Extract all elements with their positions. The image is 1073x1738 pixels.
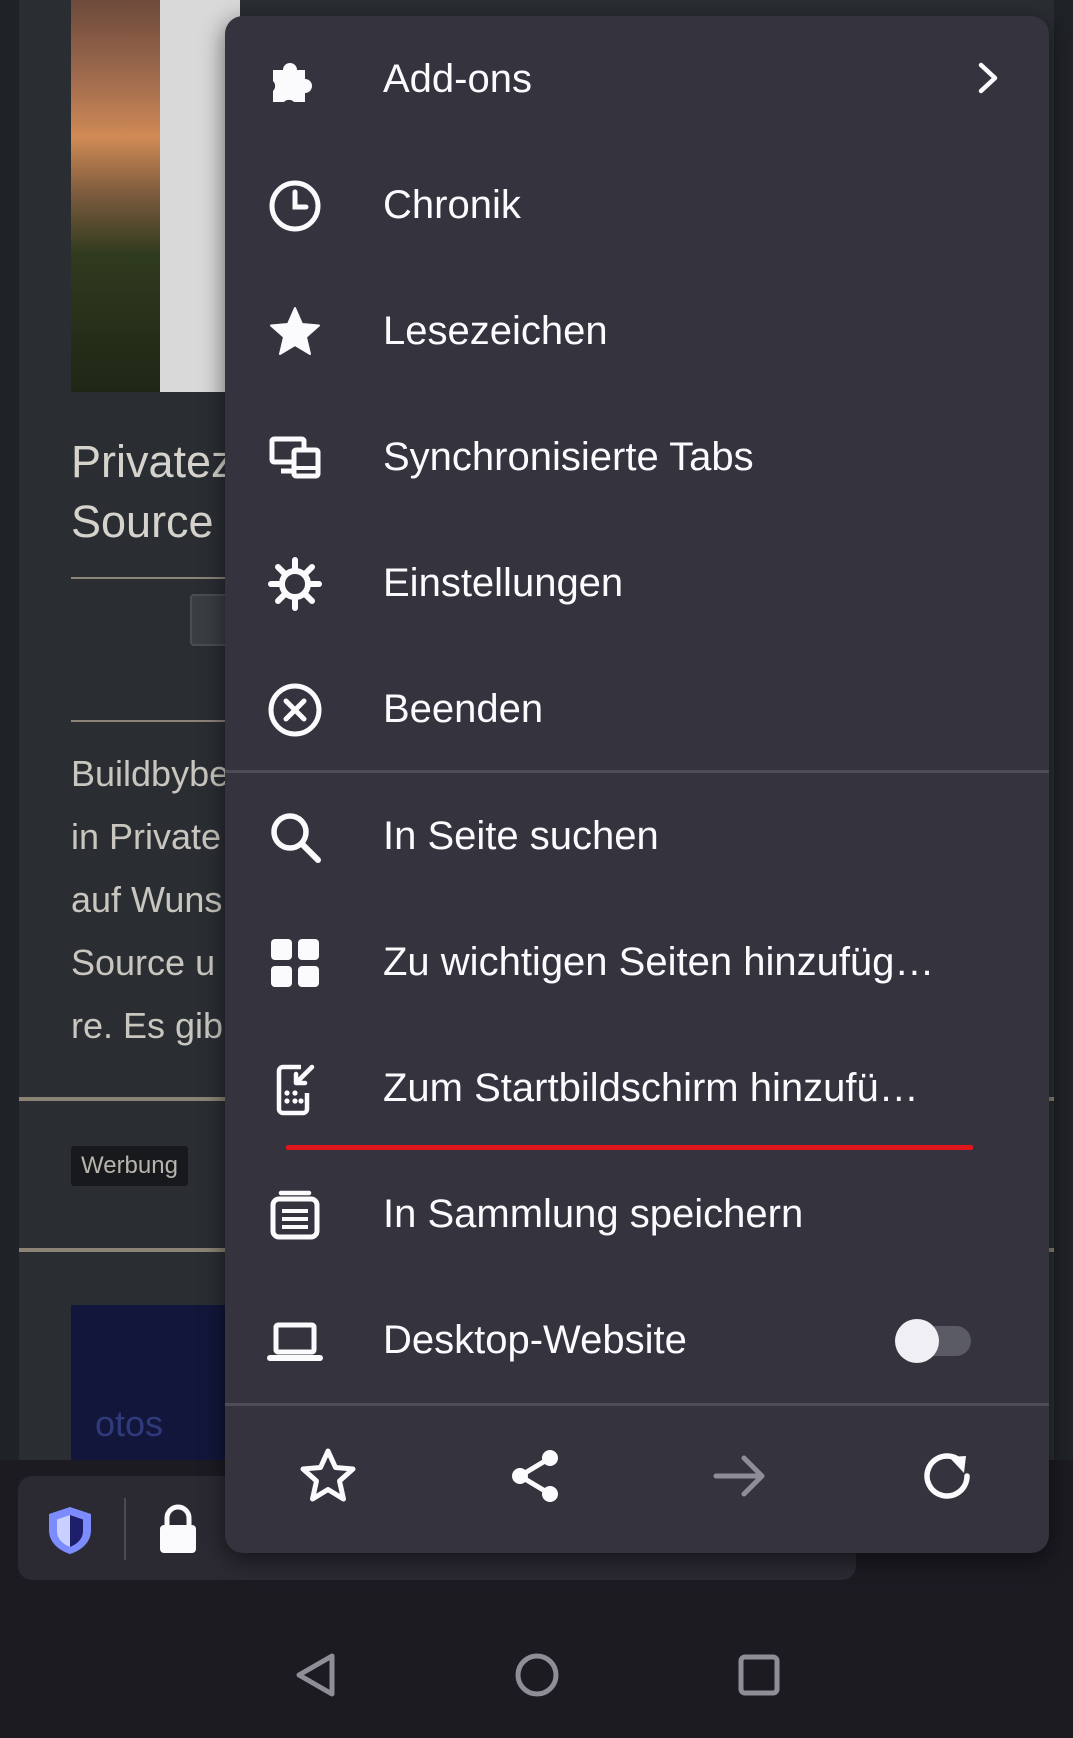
- forward-icon[interactable]: [710, 1446, 770, 1506]
- menu-item-settings[interactable]: Einstellungen: [225, 520, 1049, 646]
- menu-action-bar: [225, 1406, 1049, 1553]
- menu-item-label: Zu wichtigen Seiten hinzufüg…: [383, 940, 935, 984]
- menu-item-label: In Seite suchen: [383, 814, 659, 858]
- reload-icon[interactable]: [917, 1446, 977, 1506]
- desktop-site-toggle[interactable]: [893, 1319, 977, 1363]
- toggle-knob: [895, 1319, 939, 1363]
- menu-item-synced-tabs[interactable]: Synchronisierte Tabs: [225, 394, 1049, 520]
- menu-item-label: Chronik: [383, 183, 521, 227]
- ad-label: Werbung: [71, 1146, 188, 1186]
- menu-item-label: Synchronisierte Tabs: [383, 435, 754, 479]
- menu-item-find-in-page[interactable]: In Seite suchen: [225, 773, 1049, 899]
- search-icon: [267, 809, 323, 865]
- menu-item-bookmarks[interactable]: Lesezeichen: [225, 268, 1049, 394]
- menu-item-label: Desktop-Website: [383, 1318, 687, 1362]
- menu-item-label: Lesezeichen: [383, 309, 608, 353]
- gear-icon: [267, 556, 323, 612]
- browser-main-menu: Add-ons Chronik Lesezeichen Synchronisie…: [225, 16, 1049, 1553]
- menu-item-quit[interactable]: Beenden: [225, 646, 1049, 772]
- menu-item-label: Beenden: [383, 687, 544, 731]
- back-icon[interactable]: [292, 1650, 342, 1700]
- menu-item-history[interactable]: Chronik: [225, 142, 1049, 268]
- url-bar-divider: [124, 1498, 126, 1560]
- add-to-homescreen-icon: [267, 1061, 323, 1117]
- menu-item-label: Add-ons: [383, 57, 532, 101]
- menu-item-label: In Sammlung speichern: [383, 1192, 804, 1236]
- menu-item-add-to-top-sites[interactable]: Zu wichtigen Seiten hinzufüg…: [225, 899, 1049, 1025]
- bookmark-icon[interactable]: [298, 1446, 358, 1506]
- chevron-right-icon: [968, 58, 1008, 98]
- promo-text: otos: [95, 1403, 164, 1444]
- clock-icon: [267, 178, 323, 234]
- share-icon[interactable]: [505, 1446, 565, 1506]
- star-filled-icon: [267, 304, 323, 360]
- highlight-underline: [286, 1145, 973, 1150]
- menu-item-add-ons[interactable]: Add-ons: [225, 16, 1049, 142]
- grid-icon: [267, 935, 323, 991]
- article-body: Buildbybe in Private auf Wuns Source u r…: [71, 753, 230, 1046]
- lock-icon[interactable]: [157, 1503, 199, 1555]
- menu-item-label: Einstellungen: [383, 561, 624, 605]
- synced-devices-icon: [267, 430, 323, 486]
- menu-item-add-to-homescreen[interactable]: Zum Startbildschirm hinzufü…: [225, 1025, 1049, 1151]
- promo-image[interactable]: otos: [71, 1305, 231, 1460]
- puzzle-icon: [267, 52, 323, 108]
- close-circle-icon: [267, 682, 323, 738]
- menu-item-label: Zum Startbildschirm hinzufü…: [383, 1066, 919, 1110]
- recents-icon[interactable]: [734, 1650, 784, 1700]
- home-icon[interactable]: [512, 1650, 562, 1700]
- tracking-protection-shield-icon[interactable]: [45, 1504, 95, 1556]
- menu-item-save-to-collection[interactable]: In Sammlung speichern: [225, 1151, 1049, 1277]
- article-title[interactable]: Privatez Source: [71, 432, 234, 552]
- laptop-icon: [267, 1313, 323, 1369]
- collection-icon: [267, 1187, 323, 1243]
